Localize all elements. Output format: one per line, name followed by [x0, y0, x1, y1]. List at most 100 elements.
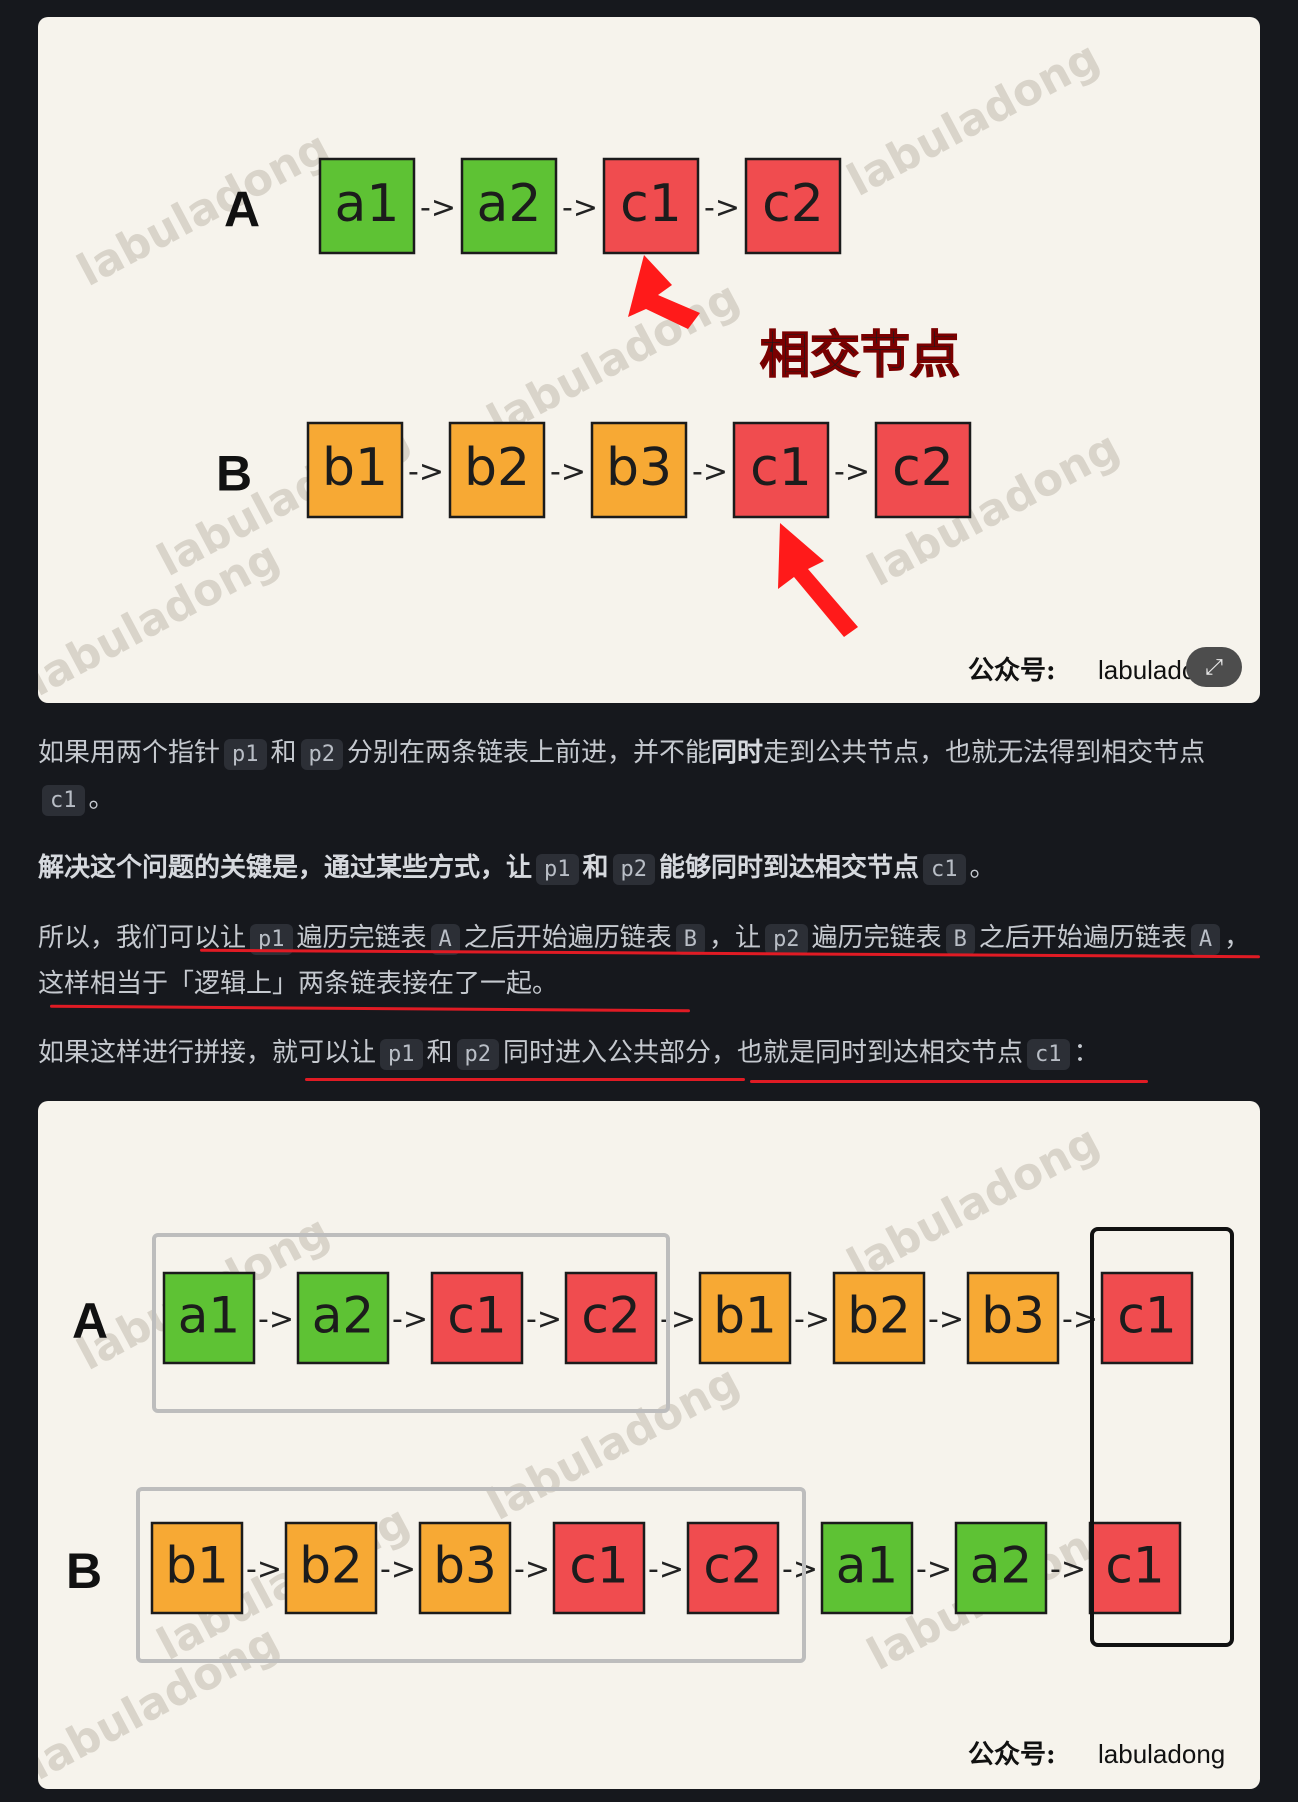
arrow-connector: ->: [704, 190, 740, 225]
row-label-b: B: [66, 1543, 102, 1599]
inline-code: p2: [765, 924, 808, 955]
diagram-2-canvas: labuladonglabuladonglabuladonglabuladong…: [38, 1116, 1234, 1789]
node-c1-label: c1: [447, 1286, 506, 1344]
inline-code: c1: [1027, 1039, 1070, 1070]
watermark-text: labuladong: [479, 272, 747, 447]
node-b1-label: b1: [322, 438, 388, 498]
text: ：: [1073, 1038, 1100, 1068]
article-page: labuladong labuladong labuladong labuladong…: [0, 0, 1298, 1802]
figure-intersection-diagram[interactable]: labuladong labuladong labuladong labuladong…: [38, 17, 1260, 703]
node-a2-label: a2: [312, 1286, 374, 1344]
node-c1-label: c1: [569, 1536, 628, 1594]
node-c1-label: c1: [1105, 1536, 1164, 1594]
inline-code: B: [945, 924, 975, 955]
inline-code: p2: [612, 854, 656, 885]
inline-code: p2: [456, 1039, 500, 1070]
row-label-a: A: [72, 1293, 108, 1349]
text: 走到公共节点，也就无法得到相交节点: [763, 738, 1206, 768]
arrow-connector: ->: [392, 1302, 428, 1337]
arrow-connector: ->: [246, 1552, 282, 1587]
arrow-connector: ->: [420, 190, 456, 225]
arrow-connector: ->: [648, 1552, 684, 1587]
node-a2-label: a2: [477, 174, 542, 234]
inline-code: B: [675, 924, 706, 955]
node-c1-label: c1: [1117, 1286, 1176, 1344]
figure-concatenation-diagram[interactable]: labuladong labuladong labuladong labuladong…: [38, 1101, 1260, 1789]
node-a1-label: a1: [178, 1286, 240, 1344]
inline-code: p1: [224, 739, 267, 770]
text: 同时进入公共部分，也就是同时到达相交节点: [503, 1038, 1024, 1068]
watermark-text: labuladong: [839, 32, 1107, 207]
inline-code: p2: [300, 739, 344, 770]
arrow-connector: ->: [782, 1552, 818, 1587]
arrow-connector: ->: [562, 190, 598, 225]
highlight-underline: [750, 1080, 1148, 1083]
inline-code: p1: [536, 854, 579, 885]
row-label-a: A: [224, 182, 260, 238]
text: 遍历完链表: [811, 923, 942, 953]
text: 。: [969, 853, 996, 883]
arrow-connector: ->: [834, 454, 870, 489]
node-b1-label: b1: [165, 1536, 229, 1594]
text: 和: [270, 738, 297, 768]
arrow-connector: ->: [928, 1302, 964, 1337]
node-b1-label: b1: [713, 1286, 777, 1344]
node-c2-label: c2: [892, 438, 954, 498]
watermark-text: labuladong: [69, 122, 337, 297]
arrow-connector: ->: [660, 1302, 696, 1337]
bold-text: 同时: [711, 738, 764, 768]
arrow-connector: ->: [408, 454, 444, 489]
bold-text: 和: [582, 853, 609, 883]
arrow-connector: ->: [380, 1552, 416, 1587]
text: 和: [426, 1038, 453, 1068]
row-label-b: B: [216, 446, 252, 502]
inline-code: A: [1190, 924, 1221, 955]
text: 分别在两条链表上前进，并不能: [347, 738, 712, 768]
inline-code: c1: [923, 854, 966, 885]
node-b2-label: b2: [464, 438, 530, 498]
bold-text: 解决这个问题的关键是，通过某些方式，让: [38, 853, 533, 883]
text: 如果这样进行拼接，就可以让: [38, 1038, 377, 1068]
node-b3-label: b3: [606, 438, 672, 498]
paragraph-1: 如果用两个指针 p1 和 p2 分别在两条链表上前进，并不能同时走到公共节点，也就无法得…: [38, 731, 1260, 823]
arrow-connector: ->: [916, 1552, 952, 1587]
arrow-pointer-icon: [778, 523, 858, 637]
node-a2-label: a2: [970, 1536, 1032, 1594]
node-b2-label: b2: [299, 1536, 363, 1594]
watermark-text: labuladong: [839, 1116, 1107, 1291]
arrow-connector: ->: [514, 1552, 550, 1587]
text: 。: [88, 784, 115, 814]
node-c2-label: c2: [581, 1286, 640, 1344]
node-c2-label: c2: [762, 174, 824, 234]
diagram-1-canvas: labuladonglabuladonglabuladonglabuladong…: [38, 32, 1225, 703]
node-b3-label: b3: [433, 1536, 497, 1594]
arrow-connector: ->: [794, 1302, 830, 1337]
inline-code: c1: [42, 785, 85, 816]
node-b3-label: b3: [981, 1286, 1045, 1344]
node-a1-label: a1: [335, 174, 400, 234]
watermark-text: labuladong: [479, 1356, 747, 1531]
arrow-connector: ->: [550, 454, 586, 489]
credit-name: labuladong: [1098, 1739, 1225, 1769]
arrow-connector: ->: [692, 454, 728, 489]
node-c1-label: c1: [620, 174, 682, 234]
bold-text: 能够同时到达相交节点: [659, 853, 920, 883]
paragraph-4: 如果这样进行拼接，就可以让 p1 和 p2 同时进入公共部分，也就是同时到达相交节点 c1…: [38, 1031, 1260, 1077]
node-c2-label: c2: [703, 1536, 762, 1594]
inline-code: p1: [380, 1039, 423, 1070]
arrow-connector: ->: [258, 1302, 294, 1337]
text: ，让: [709, 923, 762, 953]
highlight-underline: [305, 1078, 745, 1081]
credit-brand: 公众号:: [968, 1740, 1056, 1770]
text: 之后开始遍历链表: [463, 923, 672, 953]
text: 如果用两个指针: [38, 738, 221, 768]
paragraph-3: 所以，我们可以让 p1 遍历完链表 A 之后开始遍历链表 B ，让 p2 遍历完链表 B 之后开始遍…: [38, 916, 1260, 1006]
node-a1-label: a1: [836, 1536, 898, 1594]
arrow-connector: ->: [526, 1302, 562, 1337]
callout-label: 相交节点: [760, 326, 960, 384]
credit-brand: 公众号:: [968, 656, 1056, 686]
paragraph-2: 解决这个问题的关键是，通过某些方式，让 p1 和 p2 能够同时到达相交节点 c1。: [38, 846, 1260, 892]
arrow-connector: ->: [1050, 1552, 1086, 1587]
expand-icon[interactable]: ⤢: [1186, 647, 1242, 687]
node-c1-label: c1: [750, 438, 812, 498]
